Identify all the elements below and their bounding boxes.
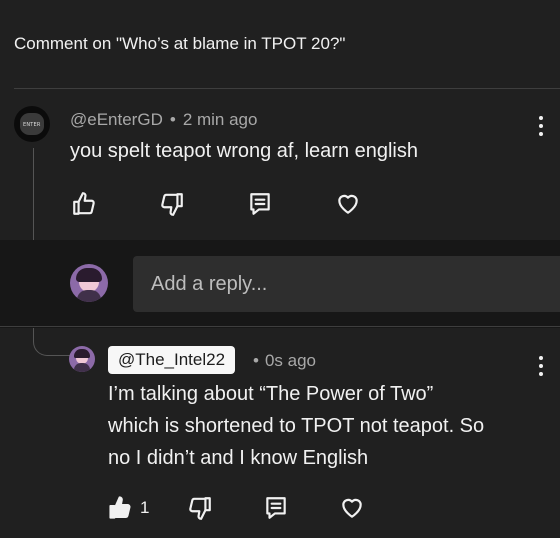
separator-dot: •: [253, 351, 259, 370]
like-group[interactable]: 1: [106, 494, 149, 522]
comment-time: 2 min ago: [182, 110, 258, 129]
comment-icon[interactable]: [246, 190, 274, 218]
reply-text-line: no I didn’t and I know English: [108, 447, 369, 469]
comment-meta: @eEnterGD • 2 min ago: [70, 110, 257, 130]
like-count: 1: [140, 498, 150, 517]
commenter-avatar[interactable]: ENTER: [14, 106, 50, 142]
reply-meta: • 0s ago: [253, 351, 316, 371]
reply-text-line: I’m talking about “The Power of Two”: [108, 383, 434, 405]
thumbs-up-icon[interactable]: [106, 494, 134, 522]
thumbs-down-icon[interactable]: [186, 494, 214, 522]
kebab-menu-icon[interactable]: [538, 356, 544, 376]
reply-text: I’m talking about “The Power of Two” whi…: [108, 378, 548, 474]
separator-dot: •: [169, 110, 176, 129]
thread-line: [33, 148, 34, 242]
reply-thread-curve: [33, 328, 73, 356]
reply-text-line: which is shortened to TPOT not teapot. S…: [108, 415, 485, 437]
comment-icon[interactable]: [262, 494, 290, 522]
comment-actions: [70, 190, 422, 218]
thumbs-down-icon[interactable]: [158, 190, 186, 218]
thumbs-up-icon[interactable]: [70, 190, 98, 218]
avatar-text: ENTER: [23, 122, 41, 128]
panel-divider: [0, 326, 560, 327]
page-title: Comment on "Who’s at blame in TPOT 20?": [14, 34, 346, 53]
reply-actions: 1: [106, 494, 366, 522]
reply-time: 0s ago: [264, 351, 316, 370]
kebab-menu-icon[interactable]: [538, 116, 544, 136]
reply-avatar[interactable]: [69, 346, 95, 372]
heart-icon[interactable]: [338, 494, 366, 522]
reply-input[interactable]: [133, 256, 560, 312]
heart-icon[interactable]: [334, 190, 362, 218]
reply-author[interactable]: @The_Intel22: [108, 346, 236, 374]
comment-text: you spelt teapot wrong af, learn english: [70, 140, 418, 162]
comment-author[interactable]: @eEnterGD: [70, 110, 163, 129]
user-avatar[interactable]: [70, 264, 108, 302]
header-divider: [14, 88, 560, 89]
